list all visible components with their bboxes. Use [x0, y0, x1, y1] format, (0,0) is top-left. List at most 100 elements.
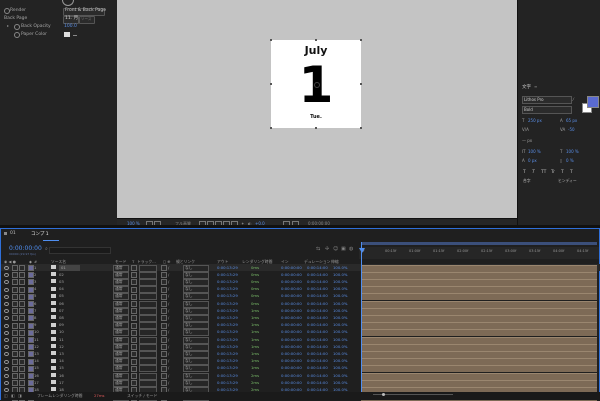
layer-stretch[interactable]: 100.0% — [333, 329, 347, 335]
layer-out[interactable]: 0:00:13:29 — [217, 301, 238, 307]
collapse-toggle[interactable] — [161, 272, 167, 279]
layer-row[interactable]: 9 09 通常 / なし 0:00:13:29 1ms 0:00:00:00 0:00:14:0… — [1, 322, 600, 330]
tab-01[interactable]: 01 — [10, 231, 16, 236]
quality-icon[interactable]: / — [168, 373, 169, 379]
collapse-toggle[interactable] — [161, 315, 167, 322]
layer-stretch[interactable]: 100.0% — [333, 301, 347, 307]
ligature-checkbox[interactable]: 合字 — [523, 178, 531, 184]
zoom-slider[interactable] — [373, 394, 453, 395]
quality-icon[interactable]: / — [168, 365, 169, 371]
layer-duration[interactable]: 0:00:14:00 — [307, 351, 328, 357]
layer-stretch[interactable]: 100.0% — [333, 293, 347, 299]
layer-row[interactable]: 8 08 通常 / なし 0:00:13:29 1ms 0:00:00:00 0:00:14:0… — [1, 314, 600, 322]
eye-icon[interactable] — [4, 294, 9, 299]
layer-stretch[interactable]: 100.0% — [333, 344, 347, 350]
quality-icon[interactable]: / — [168, 337, 169, 343]
quality-icon[interactable]: / — [168, 279, 169, 285]
collapse-toggle[interactable] — [161, 265, 167, 271]
lock-toggle[interactable] — [19, 351, 25, 358]
layer-in[interactable]: 0:00:00:00 — [281, 293, 302, 299]
preserve-transparency-toggle[interactable] — [131, 279, 137, 286]
panel-menu-icon[interactable]: ≡ — [534, 84, 537, 89]
all-caps-button[interactable]: TT — [541, 170, 546, 175]
collapse-toggle[interactable] — [161, 286, 167, 293]
calendar-page[interactable]: July 1 Tue. — [270, 39, 362, 129]
eye-icon[interactable] — [4, 287, 9, 292]
layer-name[interactable]: 06 — [59, 301, 64, 307]
layer-duration[interactable]: 0:00:14:00 — [307, 329, 328, 335]
eye-icon[interactable] — [4, 323, 9, 328]
transform-handle[interactable] — [360, 83, 362, 85]
layer-row[interactable]: 2 02 通常 / なし 0:00:13:29 0ms 0:00:00:00 0:00:14:0… — [1, 271, 600, 279]
tab-comp-1[interactable]: コンプ 1 — [31, 231, 49, 237]
solo-toggle[interactable] — [12, 365, 18, 372]
current-time-indicator[interactable] — [361, 242, 362, 398]
layer-name[interactable]: 09 — [59, 322, 64, 328]
collapse-toggle[interactable] — [161, 301, 167, 307]
playhead-icon[interactable] — [358, 248, 365, 253]
layer-row[interactable]: 1 01 通常 / なし 0:00:13:29 0ms 0:00:00:00 0:00:14:0… — [1, 264, 600, 272]
expand-arrow-icon[interactable] — [7, 25, 9, 27]
hindi-digits-checkbox[interactable]: ヒンディー — [558, 178, 577, 184]
quality-icon[interactable]: / — [168, 329, 169, 335]
eye-icon[interactable] — [4, 309, 9, 314]
transform-handle[interactable] — [360, 39, 362, 41]
layer-duration[interactable]: 0:00:14:00 — [307, 279, 328, 285]
lock-toggle[interactable] — [19, 322, 25, 329]
layer-duration[interactable]: 0:00:14:00 — [307, 301, 328, 307]
preserve-transparency-toggle[interactable] — [131, 272, 137, 279]
solo-toggle[interactable] — [12, 358, 18, 365]
lock-toggle[interactable] — [19, 272, 25, 279]
layer-in[interactable]: 0:00:00:00 — [281, 365, 302, 371]
layer-duration[interactable]: 0:00:14:00 — [307, 286, 328, 292]
preserve-transparency-toggle[interactable] — [131, 358, 137, 365]
eye-icon[interactable] — [4, 374, 9, 378]
lock-toggle[interactable] — [19, 337, 25, 343]
layer-stretch[interactable]: 100.0% — [333, 315, 347, 321]
layer-duration[interactable]: 0:00:14:00 — [307, 272, 328, 278]
draft-3d-icon[interactable]: ✢ — [325, 246, 329, 252]
layer-stretch[interactable]: 100.0% — [333, 373, 347, 379]
layer-in[interactable]: 0:00:00:00 — [281, 380, 302, 386]
lock-toggle[interactable] — [19, 301, 25, 307]
eye-icon[interactable] — [4, 359, 9, 364]
layer-stretch[interactable]: 100.0% — [333, 272, 347, 278]
faux-italic-button[interactable]: T — [532, 170, 535, 175]
layer-stretch[interactable]: 100.0% — [333, 286, 347, 292]
layer-stretch[interactable]: 100.0% — [333, 351, 347, 357]
layer-in[interactable]: 0:00:00:00 — [281, 301, 302, 307]
current-time-display[interactable]: 0:00:00:00 — [9, 245, 42, 252]
layer-row[interactable]: 13 13 通常 / なし 0:00:13:29 1ms 0:00:00:00 0:00:14:… — [1, 350, 600, 358]
preserve-transparency-toggle[interactable] — [131, 286, 137, 293]
layer-name[interactable]: 15 — [59, 365, 64, 371]
layer-in[interactable]: 0:00:00:00 — [281, 373, 302, 379]
layer-name[interactable]: 10 — [59, 329, 64, 335]
transform-handle[interactable] — [315, 127, 317, 129]
character-tab[interactable]: 文字 — [522, 84, 531, 90]
layer-row[interactable]: 11 11 通常 / なし 0:00:13:29 1ms 0:00:00:00 0:00:14:… — [1, 336, 600, 344]
layer-out[interactable]: 0:00:13:29 — [217, 322, 238, 328]
eye-icon[interactable] — [4, 316, 9, 321]
layer-row[interactable]: 14 14 通常 / なし 0:00:13:29 1ms 0:00:00:00 0:00:14:… — [1, 358, 600, 366]
layer-name[interactable]: 16 — [59, 373, 64, 379]
layer-row[interactable]: 17 17 通常 / なし 0:00:13:29 2ms 0:00:00:00 0:00:14:… — [1, 379, 600, 387]
superscript-button[interactable]: T — [561, 170, 564, 175]
font-size-value[interactable]: 250 px — [528, 118, 542, 123]
layer-name[interactable]: 02 — [59, 272, 64, 278]
solo-toggle[interactable] — [12, 308, 18, 315]
quality-icon[interactable]: / — [168, 358, 169, 364]
toggle-switches-modes-button[interactable]: スイッチ / モード — [127, 393, 157, 399]
solo-toggle[interactable] — [12, 272, 18, 279]
collapse-toggle[interactable] — [161, 351, 167, 358]
lock-toggle[interactable] — [19, 365, 25, 372]
fill-color-swatch[interactable] — [587, 96, 599, 108]
solo-toggle[interactable] — [12, 337, 18, 343]
motion-blur-icon[interactable]: ◍ — [349, 246, 353, 252]
lock-toggle[interactable] — [19, 373, 25, 379]
layer-in[interactable]: 0:00:00:00 — [281, 272, 302, 278]
layer-search-input[interactable] — [49, 247, 111, 254]
solo-toggle[interactable] — [12, 380, 18, 387]
layer-name[interactable]: 11 — [59, 337, 64, 343]
quality-icon[interactable]: / — [168, 272, 169, 278]
lock-toggle[interactable] — [19, 344, 25, 351]
